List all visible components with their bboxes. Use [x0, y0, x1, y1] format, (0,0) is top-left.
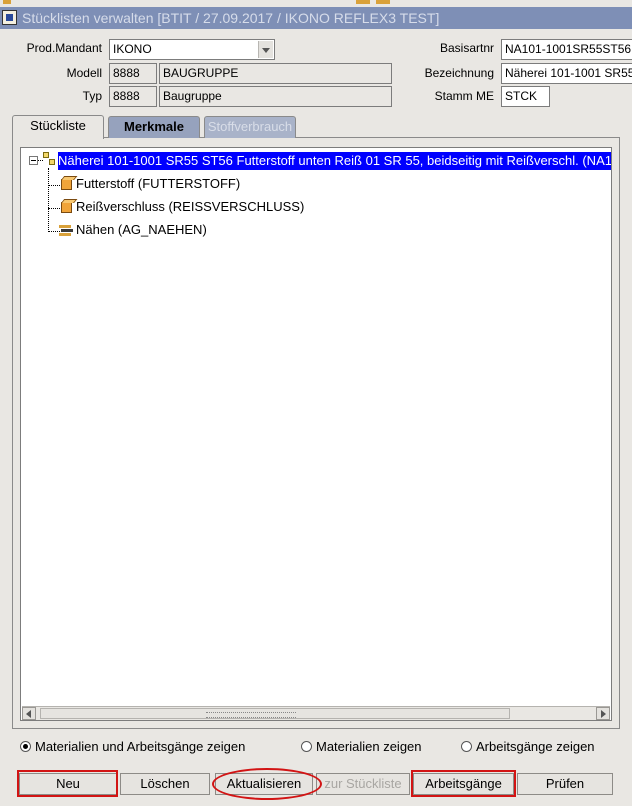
- app-icon: [2, 10, 17, 25]
- tab-stueckliste[interactable]: Stückliste: [12, 115, 104, 139]
- modell-name-field[interactable]: BAUGRUPPE: [159, 63, 392, 84]
- prod-mandant-label: Prod.Mandant: [26, 41, 102, 55]
- pruefen-button[interactable]: Prüfen: [517, 773, 613, 795]
- basisartnr-field[interactable]: NA101-1001SR55ST56: [501, 39, 632, 60]
- collapse-icon[interactable]: [29, 156, 38, 165]
- radio-arbeitsgaenge[interactable]: Arbeitsgänge zeigen: [461, 739, 595, 754]
- tree-connector: [48, 168, 49, 232]
- bezeichnung-field[interactable]: Näherei 101-1001 SR55: [501, 63, 632, 84]
- toolbar-icon[interactable]: [376, 0, 390, 4]
- neu-button[interactable]: Neu: [19, 773, 117, 795]
- tree-connector: [48, 208, 60, 209]
- toolbar-icon[interactable]: [3, 0, 11, 4]
- typ-code-field[interactable]: 8888: [109, 86, 157, 107]
- prod-mandant-value: IKONO: [113, 42, 152, 56]
- modell-label: Modell: [66, 66, 102, 80]
- typ-label: Typ: [82, 89, 102, 103]
- aktualisieren-button[interactable]: Aktualisieren: [215, 773, 313, 795]
- radio-materialien-und-arbeitsgaenge[interactable]: Materialien und Arbeitsgänge zeigen: [20, 739, 245, 754]
- basisartnr-label: Basisartnr: [439, 41, 494, 55]
- scroll-right-icon[interactable]: [596, 707, 610, 720]
- bezeichnung-label: Bezeichnung: [424, 66, 494, 80]
- radio-label: Arbeitsgänge zeigen: [476, 739, 595, 754]
- tree-root-node[interactable]: Näherei 101-1001 SR55 ST56 Futterstoff u…: [58, 152, 611, 170]
- radio-label: Materialien zeigen: [316, 739, 422, 754]
- tree-connector: [48, 185, 60, 186]
- radio-label: Materialien und Arbeitsgänge zeigen: [35, 739, 246, 754]
- radio-icon: [461, 741, 472, 752]
- assembly-icon: [43, 152, 56, 166]
- loeschen-button[interactable]: Löschen: [120, 773, 210, 795]
- radio-selected-icon: [20, 741, 31, 752]
- tree-horizontal-scrollbar[interactable]: [22, 706, 610, 720]
- material-cube-icon: [61, 179, 72, 190]
- radio-icon: [301, 741, 312, 752]
- tab-stoffverbrauch: Stoffverbrauch: [204, 116, 296, 138]
- typ-name-field[interactable]: Baugruppe: [159, 86, 392, 107]
- material-cube-icon: [61, 202, 72, 213]
- modell-code-field[interactable]: 8888: [109, 63, 157, 84]
- zur-stueckliste-button: zur Stückliste: [316, 773, 410, 795]
- window-title: Stücklisten verwalten [BTIT / 27.09.2017…: [22, 10, 440, 26]
- scroll-thumb[interactable]: [40, 708, 510, 719]
- scroll-left-icon[interactable]: [22, 707, 36, 720]
- tree-node-reissverschluss[interactable]: Reißverschluss (REISSVERSCHLUSS): [76, 198, 304, 216]
- toolbar-icon[interactable]: [356, 0, 370, 4]
- prod-mandant-select[interactable]: IKONO: [109, 39, 275, 60]
- bom-tree[interactable]: Näherei 101-1001 SR55 ST56 Futterstoff u…: [20, 147, 612, 721]
- toolbar-strip: [0, 0, 632, 6]
- tab-merkmale[interactable]: Merkmale: [108, 116, 200, 138]
- radio-materialien[interactable]: Materialien zeigen: [301, 739, 422, 754]
- stamm-me-field[interactable]: STCK: [501, 86, 550, 107]
- stamm-me-label: Stamm ME: [434, 89, 494, 103]
- arbeitsgaenge-button[interactable]: Arbeitsgänge: [413, 773, 514, 795]
- chevron-down-icon[interactable]: [258, 41, 273, 58]
- window-title-bar: Stücklisten verwalten [BTIT / 27.09.2017…: [0, 7, 632, 29]
- operation-icon: [59, 224, 74, 236]
- tree-node-futterstoff[interactable]: Futterstoff (FUTTERSTOFF): [76, 175, 240, 193]
- tree-node-naehen[interactable]: Nähen (AG_NAEHEN): [76, 221, 207, 239]
